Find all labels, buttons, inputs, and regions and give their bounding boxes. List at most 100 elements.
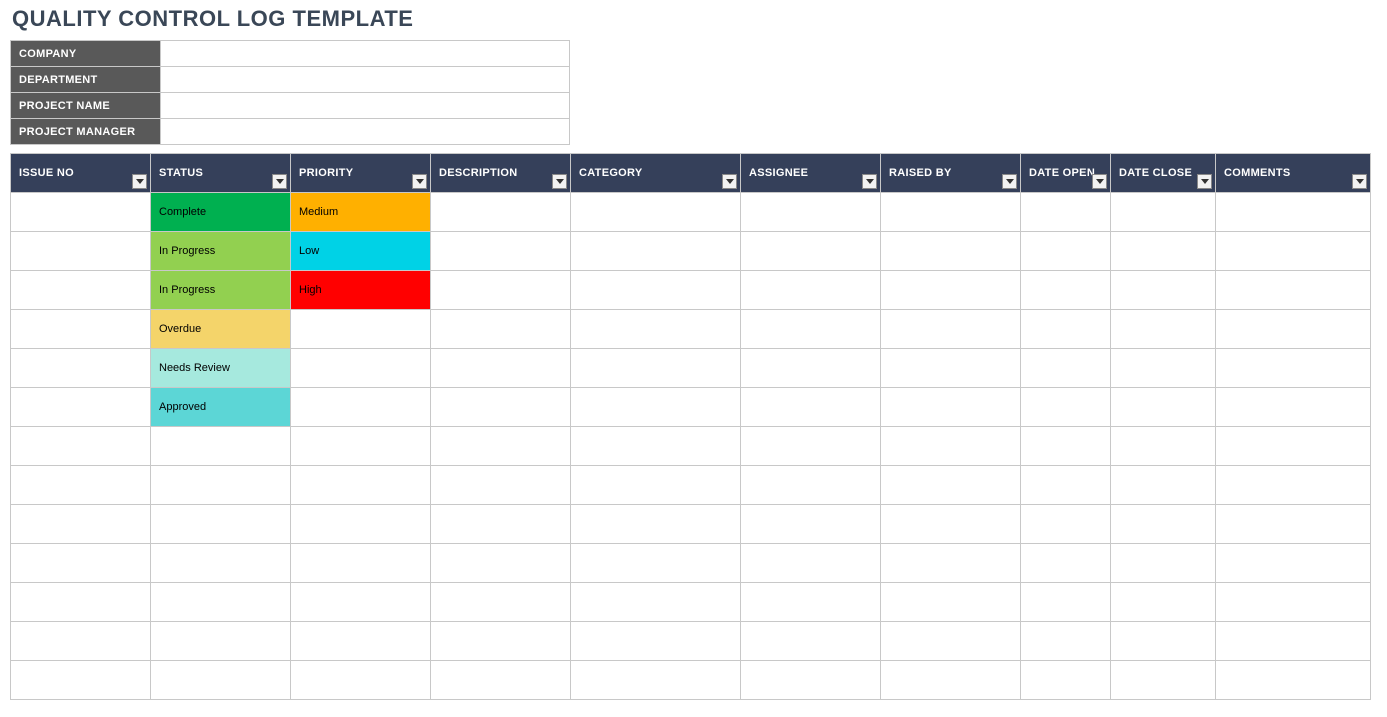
assignee-cell[interactable]	[741, 193, 881, 232]
company-field[interactable]	[161, 41, 570, 67]
filter-icon[interactable]	[552, 174, 567, 189]
filter-icon[interactable]	[132, 174, 147, 189]
priority-cell[interactable]	[291, 466, 431, 505]
issue-no-cell[interactable]	[11, 349, 151, 388]
category-cell[interactable]	[571, 310, 741, 349]
date-close-cell[interactable]	[1111, 583, 1216, 622]
filter-icon[interactable]	[1352, 174, 1367, 189]
date-open-cell[interactable]	[1021, 232, 1111, 271]
date-open-cell[interactable]	[1021, 466, 1111, 505]
comments-cell[interactable]	[1216, 349, 1371, 388]
priority-cell[interactable]	[291, 388, 431, 427]
status-cell[interactable]	[151, 427, 291, 466]
status-cell[interactable]	[151, 661, 291, 700]
category-cell[interactable]	[571, 349, 741, 388]
assignee-cell[interactable]	[741, 349, 881, 388]
date-open-cell[interactable]	[1021, 271, 1111, 310]
description-cell[interactable]	[431, 466, 571, 505]
col-status[interactable]: STATUS	[151, 154, 291, 193]
category-cell[interactable]	[571, 271, 741, 310]
issue-no-cell[interactable]	[11, 310, 151, 349]
status-cell[interactable]: In Progress	[151, 271, 291, 310]
date-close-cell[interactable]	[1111, 310, 1216, 349]
raised-by-cell[interactable]	[881, 622, 1021, 661]
issue-no-cell[interactable]	[11, 661, 151, 700]
filter-icon[interactable]	[862, 174, 877, 189]
date-close-cell[interactable]	[1111, 193, 1216, 232]
filter-icon[interactable]	[1002, 174, 1017, 189]
date-open-cell[interactable]	[1021, 505, 1111, 544]
col-date-open[interactable]: DATE OPEN	[1021, 154, 1111, 193]
description-cell[interactable]	[431, 544, 571, 583]
assignee-cell[interactable]	[741, 583, 881, 622]
status-cell[interactable]	[151, 583, 291, 622]
date-close-cell[interactable]	[1111, 466, 1216, 505]
priority-cell[interactable]	[291, 505, 431, 544]
category-cell[interactable]	[571, 193, 741, 232]
date-open-cell[interactable]	[1021, 544, 1111, 583]
category-cell[interactable]	[571, 505, 741, 544]
status-cell[interactable]: Approved	[151, 388, 291, 427]
issue-no-cell[interactable]	[11, 232, 151, 271]
comments-cell[interactable]	[1216, 505, 1371, 544]
priority-cell[interactable]	[291, 310, 431, 349]
category-cell[interactable]	[571, 466, 741, 505]
priority-cell[interactable]: High	[291, 271, 431, 310]
project-manager-field[interactable]	[161, 119, 570, 145]
priority-cell[interactable]: Medium	[291, 193, 431, 232]
raised-by-cell[interactable]	[881, 466, 1021, 505]
priority-cell[interactable]	[291, 661, 431, 700]
col-date-close[interactable]: DATE CLOSE	[1111, 154, 1216, 193]
issue-no-cell[interactable]	[11, 271, 151, 310]
raised-by-cell[interactable]	[881, 427, 1021, 466]
issue-no-cell[interactable]	[11, 427, 151, 466]
date-close-cell[interactable]	[1111, 505, 1216, 544]
status-cell[interactable]	[151, 466, 291, 505]
raised-by-cell[interactable]	[881, 661, 1021, 700]
priority-cell[interactable]	[291, 583, 431, 622]
comments-cell[interactable]	[1216, 271, 1371, 310]
description-cell[interactable]	[431, 622, 571, 661]
col-description[interactable]: DESCRIPTION	[431, 154, 571, 193]
assignee-cell[interactable]	[741, 661, 881, 700]
comments-cell[interactable]	[1216, 466, 1371, 505]
assignee-cell[interactable]	[741, 622, 881, 661]
issue-no-cell[interactable]	[11, 388, 151, 427]
col-priority[interactable]: PRIORITY	[291, 154, 431, 193]
priority-cell[interactable]: Low	[291, 232, 431, 271]
date-close-cell[interactable]	[1111, 271, 1216, 310]
comments-cell[interactable]	[1216, 622, 1371, 661]
description-cell[interactable]	[431, 310, 571, 349]
issue-no-cell[interactable]	[11, 622, 151, 661]
priority-cell[interactable]	[291, 427, 431, 466]
date-close-cell[interactable]	[1111, 544, 1216, 583]
date-open-cell[interactable]	[1021, 583, 1111, 622]
col-comments[interactable]: COMMENTS	[1216, 154, 1371, 193]
date-open-cell[interactable]	[1021, 193, 1111, 232]
assignee-cell[interactable]	[741, 505, 881, 544]
raised-by-cell[interactable]	[881, 232, 1021, 271]
raised-by-cell[interactable]	[881, 310, 1021, 349]
priority-cell[interactable]	[291, 622, 431, 661]
description-cell[interactable]	[431, 271, 571, 310]
filter-icon[interactable]	[1197, 174, 1212, 189]
priority-cell[interactable]	[291, 349, 431, 388]
assignee-cell[interactable]	[741, 427, 881, 466]
issue-no-cell[interactable]	[11, 466, 151, 505]
description-cell[interactable]	[431, 661, 571, 700]
date-open-cell[interactable]	[1021, 349, 1111, 388]
status-cell[interactable]: In Progress	[151, 232, 291, 271]
status-cell[interactable]: Overdue	[151, 310, 291, 349]
filter-icon[interactable]	[272, 174, 287, 189]
raised-by-cell[interactable]	[881, 583, 1021, 622]
date-close-cell[interactable]	[1111, 232, 1216, 271]
col-category[interactable]: CATEGORY	[571, 154, 741, 193]
description-cell[interactable]	[431, 505, 571, 544]
category-cell[interactable]	[571, 427, 741, 466]
comments-cell[interactable]	[1216, 232, 1371, 271]
assignee-cell[interactable]	[741, 388, 881, 427]
date-close-cell[interactable]	[1111, 388, 1216, 427]
issue-no-cell[interactable]	[11, 193, 151, 232]
col-assignee[interactable]: ASSIGNEE	[741, 154, 881, 193]
comments-cell[interactable]	[1216, 583, 1371, 622]
